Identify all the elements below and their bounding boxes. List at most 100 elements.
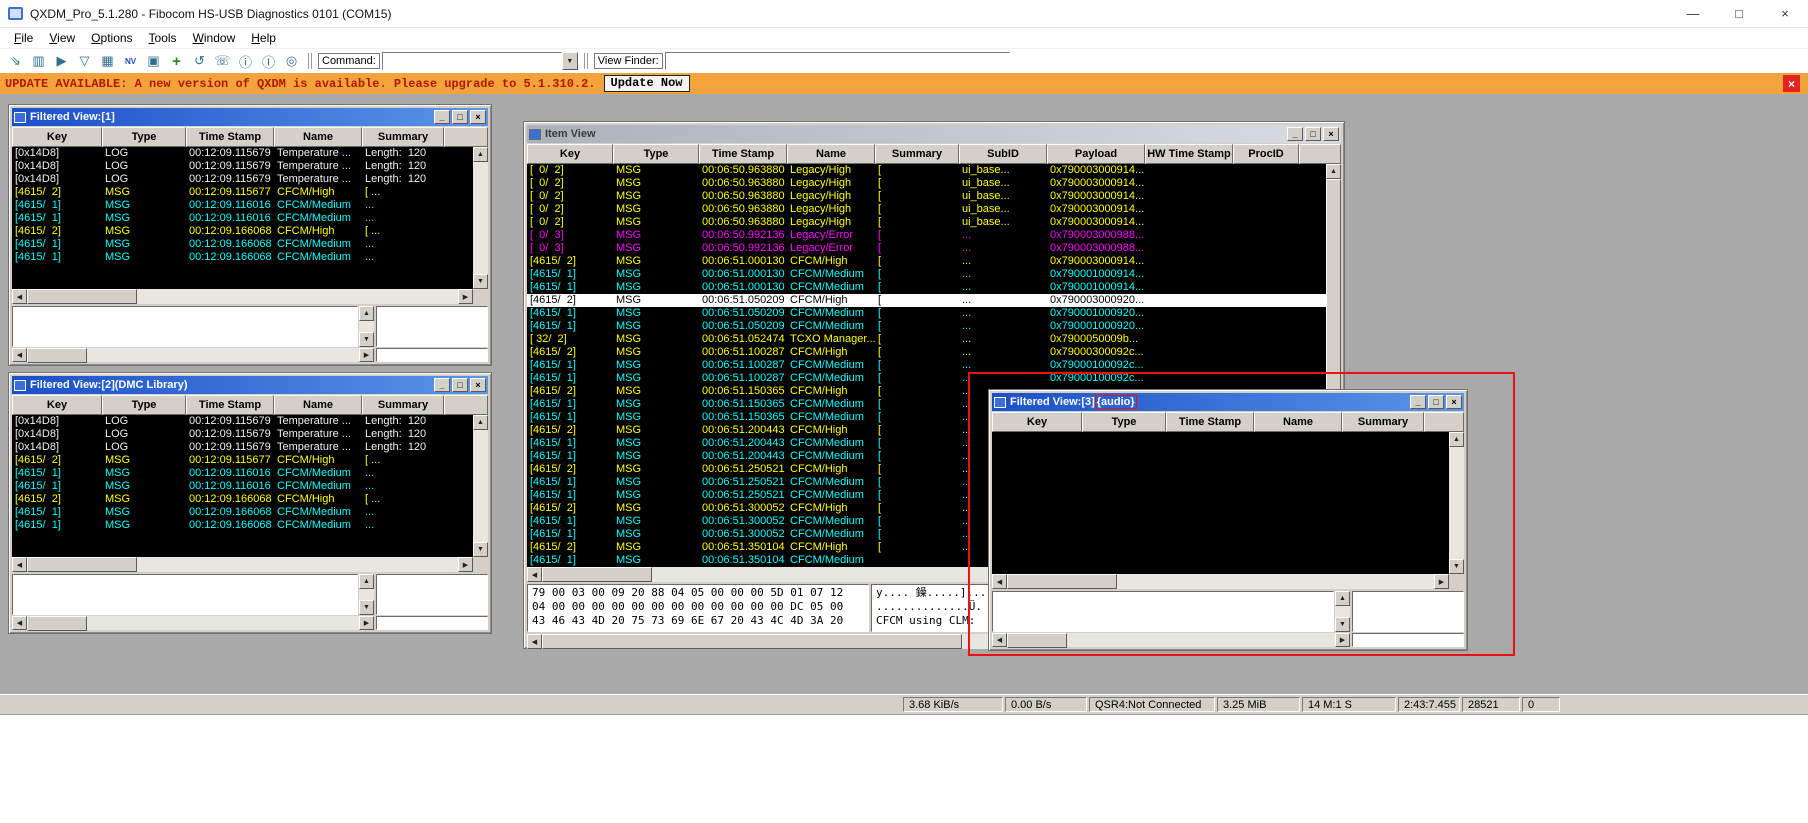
scroll-right-icon[interactable]: ▶ xyxy=(458,289,473,304)
window-title-bar[interactable]: Filtered View:[3] {audio} _ □ × xyxy=(992,393,1464,411)
column-header[interactable]: Type xyxy=(102,127,186,147)
scroll-track[interactable] xyxy=(137,289,458,304)
connect-icon[interactable]: ⇘ xyxy=(5,51,26,71)
scroll-up-icon[interactable]: ▲ xyxy=(473,415,488,430)
detail-horizontal-scrollbar[interactable]: ◀ ▶ xyxy=(12,348,374,363)
scroll-up-icon[interactable]: ▲ xyxy=(1449,432,1464,447)
update-now-button[interactable]: Update Now xyxy=(603,75,690,92)
scroll-track[interactable] xyxy=(359,321,374,332)
column-header[interactable]: HW Time Stamp xyxy=(1145,144,1233,164)
table-row[interactable]: [4615/ 2] MSG 00:12:09.115677 CFCM/High … xyxy=(12,454,473,467)
column-header[interactable]: SubID xyxy=(959,144,1047,164)
scroll-down-icon[interactable]: ▼ xyxy=(473,274,488,289)
menu-item[interactable]: Tools xyxy=(141,29,185,47)
horizontal-scrollbar[interactable]: ◀ ▶ xyxy=(12,289,488,304)
detail-vertical-scrollbar[interactable]: ▲ ▼ xyxy=(359,574,374,615)
scroll-thumb[interactable] xyxy=(1007,633,1067,648)
scroll-track[interactable] xyxy=(1449,447,1464,559)
detail-vertical-scrollbar[interactable]: ▲ ▼ xyxy=(1335,591,1350,632)
window-title-bar[interactable]: Filtered View:[1] _ □ × xyxy=(12,108,488,126)
maximize-button[interactable]: □ xyxy=(1428,395,1444,409)
filter-icon[interactable]: ▽ xyxy=(74,51,95,71)
column-header[interactable]: Name xyxy=(1254,412,1342,432)
table-row[interactable]: [0x14D8] LOG 00:12:09.115679 Temperature… xyxy=(12,415,473,428)
column-header[interactable]: Name xyxy=(274,127,362,147)
scroll-down-icon[interactable]: ▼ xyxy=(1449,559,1464,574)
table-row[interactable]: [4615/ 2] MSG 00:06:51.100287 CFCM/High … xyxy=(527,346,1326,359)
table-row[interactable]: [4615/ 2] MSG 00:12:09.115677 CFCM/High … xyxy=(12,186,473,199)
horizontal-scrollbar[interactable]: ◀ ▶ xyxy=(12,557,488,572)
scroll-track[interactable] xyxy=(1117,574,1434,589)
menu-item[interactable]: Help xyxy=(243,29,284,47)
table-row[interactable]: [0x14D8] LOG 00:12:09.115679 Temperature… xyxy=(12,428,473,441)
scroll-left-icon[interactable]: ◀ xyxy=(12,348,27,362)
detail-vertical-scrollbar[interactable]: ▲ ▼ xyxy=(359,306,374,347)
info-icon[interactable]: ⓘ xyxy=(235,51,256,71)
scroll-thumb[interactable] xyxy=(542,567,652,582)
menu-item[interactable]: File xyxy=(6,29,41,47)
table-row[interactable]: [4615/ 1] MSG 00:12:09.166068 CFCM/Mediu… xyxy=(12,238,473,251)
close-button[interactable]: × xyxy=(1323,127,1339,141)
minimize-button[interactable]: _ xyxy=(434,378,450,392)
scroll-track[interactable] xyxy=(473,430,488,542)
scroll-up-icon[interactable]: ▲ xyxy=(1326,164,1341,179)
power-icon[interactable]: ◎ xyxy=(281,51,302,71)
table-row[interactable]: [ 0/ 3] MSG 00:06:50.992136 Legacy/Error… xyxy=(527,242,1326,255)
scroll-left-icon[interactable]: ◀ xyxy=(527,567,542,582)
window-title-bar[interactable]: Item View _ □ × xyxy=(527,125,1341,143)
table-row[interactable]: [ 0/ 2] MSG 00:06:50.963880 Legacy/High … xyxy=(527,177,1326,190)
table-row[interactable]: [4615/ 2] MSG 00:12:09.166068 CFCM/High … xyxy=(12,225,473,238)
table-row[interactable]: [4615/ 1] MSG 00:12:09.116016 CFCM/Mediu… xyxy=(12,467,473,480)
refresh-icon[interactable]: ↺ xyxy=(189,51,210,71)
table-row[interactable]: [4615/ 1] MSG 00:12:09.116016 CFCM/Mediu… xyxy=(12,199,473,212)
menu-item[interactable]: Options xyxy=(83,29,140,47)
vertical-scrollbar[interactable]: ▲ ▼ xyxy=(1449,432,1464,574)
scroll-right-icon[interactable]: ▶ xyxy=(359,616,374,630)
scroll-thumb[interactable] xyxy=(27,557,137,572)
close-button[interactable]: × xyxy=(1762,0,1808,28)
column-header[interactable]: Summary xyxy=(875,144,959,164)
scroll-left-icon[interactable]: ◀ xyxy=(12,616,27,630)
table-row[interactable]: [4615/ 1] MSG 00:06:51.100287 CFCM/Mediu… xyxy=(527,359,1326,372)
table-row[interactable]: [4615/ 1] MSG 00:12:09.166068 CFCM/Mediu… xyxy=(12,251,473,264)
command-input[interactable] xyxy=(381,52,562,70)
table-row[interactable]: [ 32/ 2] MSG 00:06:51.052474 TCXO Manage… xyxy=(527,333,1326,346)
minimize-button[interactable]: _ xyxy=(1410,395,1426,409)
open-log-icon[interactable]: ▥ xyxy=(28,51,49,71)
scroll-up-icon[interactable]: ▲ xyxy=(473,147,488,162)
table-row[interactable]: [4615/ 2] MSG 00:06:51.050209 CFCM/High … xyxy=(527,294,1326,307)
table-row[interactable]: [ 0/ 2] MSG 00:06:50.963880 Legacy/High … xyxy=(527,203,1326,216)
table-row[interactable]: [ 0/ 2] MSG 00:06:50.963880 Legacy/High … xyxy=(527,190,1326,203)
column-header[interactable]: Payload xyxy=(1047,144,1145,164)
column-header[interactable]: Time Stamp xyxy=(186,127,274,147)
detail-horizontal-scrollbar[interactable]: ◀ ▶ xyxy=(12,616,374,631)
scroll-down-icon[interactable]: ▼ xyxy=(359,600,374,615)
scroll-right-icon[interactable]: ▶ xyxy=(1434,574,1449,589)
vertical-scrollbar[interactable]: ▲ ▼ xyxy=(473,147,488,289)
scroll-right-icon[interactable]: ▶ xyxy=(359,348,374,362)
save-icon[interactable]: ▣ xyxy=(143,51,164,71)
table-row[interactable]: [4615/ 2] MSG 00:06:51.000130 CFCM/High … xyxy=(527,255,1326,268)
scroll-left-icon[interactable]: ◀ xyxy=(527,634,542,649)
menu-item[interactable]: Window xyxy=(185,29,244,47)
column-header[interactable]: Key xyxy=(12,127,102,147)
window-title-bar[interactable]: Filtered View:[2](DMC Library) _ □ × xyxy=(12,376,488,394)
scroll-right-icon[interactable]: ▶ xyxy=(458,557,473,572)
column-header[interactable]: Name xyxy=(787,144,875,164)
add-view-icon[interactable]: + xyxy=(166,51,187,71)
minimize-button[interactable]: _ xyxy=(434,110,450,124)
column-header[interactable]: Key xyxy=(12,395,102,415)
column-header[interactable]: ProcID xyxy=(1233,144,1299,164)
view-finder-input[interactable] xyxy=(664,52,1010,70)
table-row[interactable]: [ 0/ 3] MSG 00:06:50.992136 Legacy/Error… xyxy=(527,229,1326,242)
table-row[interactable]: [0x14D8] LOG 00:12:09.115679 Temperature… xyxy=(12,147,473,160)
column-header[interactable]: Type xyxy=(613,144,699,164)
item-info-icon[interactable]: Ⓘ xyxy=(258,51,279,71)
table-row[interactable]: [ 0/ 2] MSG 00:06:50.963880 Legacy/High … xyxy=(527,164,1326,177)
scroll-track[interactable] xyxy=(473,162,488,274)
maximize-button[interactable]: □ xyxy=(1305,127,1321,141)
column-header[interactable]: Time Stamp xyxy=(699,144,787,164)
scroll-track[interactable] xyxy=(137,557,458,572)
scroll-track[interactable] xyxy=(359,589,374,600)
maximize-button[interactable]: □ xyxy=(452,110,468,124)
